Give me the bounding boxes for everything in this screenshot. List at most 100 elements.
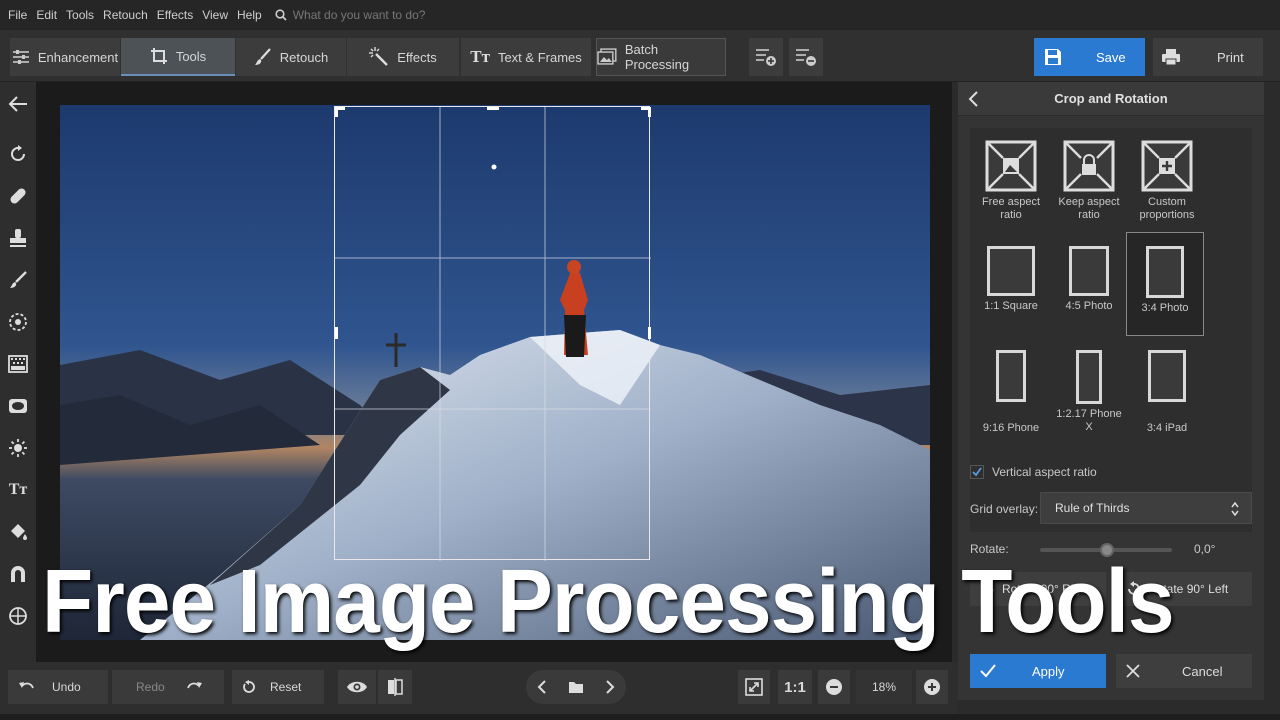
tab-effects-label: Effects xyxy=(397,49,437,65)
cancel-label: Cancel xyxy=(1182,663,1223,679)
reset-button[interactable]: Reset xyxy=(232,670,324,704)
apply-button[interactable]: Apply xyxy=(970,654,1106,688)
ratio-3-4-ipad-label: 3:4 iPad xyxy=(1146,422,1188,434)
menu-edit[interactable]: Edit xyxy=(36,8,57,22)
search-box[interactable]: What do you want to do? xyxy=(275,8,426,22)
folder-icon[interactable] xyxy=(568,680,584,694)
free-ratio-icon xyxy=(985,140,1037,192)
vertical-aspect-row[interactable]: Vertical aspect ratio xyxy=(970,465,1097,479)
vertical-checkbox[interactable] xyxy=(970,465,984,479)
tab-effects[interactable]: Effects xyxy=(347,38,459,76)
tab-tools[interactable]: Tools xyxy=(121,38,235,76)
main-toolbar: Enhancement Tools Retouch Effects Tт Tex… xyxy=(0,30,1280,82)
phone-x-icon xyxy=(1076,350,1102,404)
ratio-9-16-label: 9:16 Phone xyxy=(982,422,1040,434)
bottom-bar: Undo Redo Reset 1:1 18% xyxy=(0,662,958,714)
ratio-4-5-label: 4:5 Photo xyxy=(1065,300,1113,312)
search-icon xyxy=(275,9,287,21)
ratio-1-1[interactable]: 1:1 Square xyxy=(974,246,1048,313)
stamp-icon[interactable] xyxy=(6,226,30,250)
image-stack-icon xyxy=(597,48,617,65)
zoom-value[interactable]: 18% xyxy=(856,670,912,704)
chevron-right-icon[interactable] xyxy=(605,680,615,694)
bottom-strip xyxy=(0,714,1280,720)
menu-file[interactable]: File xyxy=(8,8,27,22)
tab-retouch-label: Retouch xyxy=(279,49,329,65)
text-tool-icon[interactable]: Tт xyxy=(6,478,30,502)
search-placeholder: What do you want to do? xyxy=(292,8,426,22)
left-tool-strip: Tт xyxy=(0,82,36,662)
compare-button[interactable] xyxy=(378,670,412,704)
menu-view[interactable]: View xyxy=(202,8,228,22)
print-button[interactable]: Print xyxy=(1153,38,1263,76)
cancel-button[interactable]: Cancel xyxy=(1116,654,1252,688)
ratio-3-4-photo[interactable]: 3:4 Photo xyxy=(1126,232,1204,336)
close-icon xyxy=(1126,664,1140,678)
menu-retouch[interactable]: Retouch xyxy=(103,8,148,22)
image-navigator xyxy=(526,670,626,704)
fit-screen-button[interactable] xyxy=(738,670,770,704)
magnet-icon[interactable] xyxy=(6,562,30,586)
back-arrow-icon[interactable] xyxy=(6,92,30,116)
magic-wand-icon xyxy=(369,47,389,66)
portrait-4-5-icon xyxy=(1069,246,1109,296)
save-button[interactable]: Save xyxy=(1034,38,1145,76)
redo-label: Redo xyxy=(136,680,165,694)
tab-enhancement[interactable]: Enhancement xyxy=(10,38,120,76)
grid-overlay-select[interactable]: Rule of Thirds xyxy=(1040,492,1252,524)
grid-overlay-value: Rule of Thirds xyxy=(1055,501,1130,515)
ratio-9-16[interactable]: 9:16 Phone xyxy=(974,350,1048,435)
menu-help[interactable]: Help xyxy=(237,8,262,22)
fill-bucket-icon[interactable] xyxy=(6,520,30,544)
remove-preset-button[interactable] xyxy=(789,38,823,76)
radial-filter-icon[interactable] xyxy=(6,310,30,334)
tab-retouch[interactable]: Retouch xyxy=(236,38,346,76)
chevron-left-icon[interactable] xyxy=(968,91,980,107)
brush-icon[interactable] xyxy=(6,268,30,292)
gradient-filter-icon[interactable] xyxy=(6,352,30,376)
tab-text-frames[interactable]: Tт Text & Frames xyxy=(461,38,591,76)
custom-ratio-icon xyxy=(1141,140,1193,192)
redo-button[interactable]: Redo xyxy=(112,670,224,704)
menu-tools[interactable]: Tools xyxy=(66,8,94,22)
ratio-phone-x[interactable]: 1:2.17 Phone X xyxy=(1052,350,1126,434)
preview-toggle-button[interactable] xyxy=(338,670,376,704)
brush-icon xyxy=(254,48,271,65)
phone-9-16-icon xyxy=(996,350,1026,402)
lock-ratio-icon xyxy=(1063,140,1115,192)
rotate-icon[interactable] xyxy=(6,142,30,166)
zoom-out-button[interactable] xyxy=(818,670,850,704)
reset-icon xyxy=(243,680,255,693)
tab-batch-processing[interactable]: Batch Processing xyxy=(596,38,726,76)
ratio-phone-x-label: 1:2.17 Phone X xyxy=(1056,408,1122,433)
ratio-keep[interactable]: Keep aspect ratio xyxy=(1052,140,1126,222)
vignette-icon[interactable] xyxy=(6,394,30,418)
chevron-left-icon[interactable] xyxy=(537,680,547,694)
undo-button[interactable]: Undo xyxy=(8,670,108,704)
ratio-free[interactable]: Free aspect ratio xyxy=(974,140,1048,222)
ratio-custom-label: Custom proportions xyxy=(1139,196,1195,221)
add-preset-button[interactable] xyxy=(749,38,783,76)
eye-icon xyxy=(347,681,367,693)
vertical-aspect-label: Vertical aspect ratio xyxy=(992,465,1097,479)
tab-batch-processing-label: Batch Processing xyxy=(624,42,690,72)
ratio-4-5[interactable]: 4:5 Photo xyxy=(1052,246,1126,313)
menu-effects[interactable]: Effects xyxy=(157,8,193,22)
zoom-in-icon xyxy=(924,679,940,695)
save-label: Save xyxy=(1096,49,1126,65)
zoom-in-button[interactable] xyxy=(916,670,948,704)
healing-icon[interactable] xyxy=(6,184,30,208)
globe-icon[interactable] xyxy=(6,604,30,628)
ratio-custom[interactable]: Custom proportions xyxy=(1130,140,1204,222)
checkmark-icon xyxy=(980,664,996,678)
ratio-3-4-ipad[interactable]: 3:4 iPad xyxy=(1130,350,1204,435)
panel-header: Crop and Rotation xyxy=(958,82,1264,116)
text-icon: Tт xyxy=(470,47,490,66)
undo-icon xyxy=(19,682,34,689)
zoom-1to1-button[interactable]: 1:1 xyxy=(778,670,812,704)
crop-frame[interactable] xyxy=(334,106,651,561)
light-icon[interactable] xyxy=(6,436,30,460)
fit-screen-icon xyxy=(745,678,763,696)
panel-title: Crop and Rotation xyxy=(1054,91,1168,106)
list-remove-icon xyxy=(796,49,816,66)
